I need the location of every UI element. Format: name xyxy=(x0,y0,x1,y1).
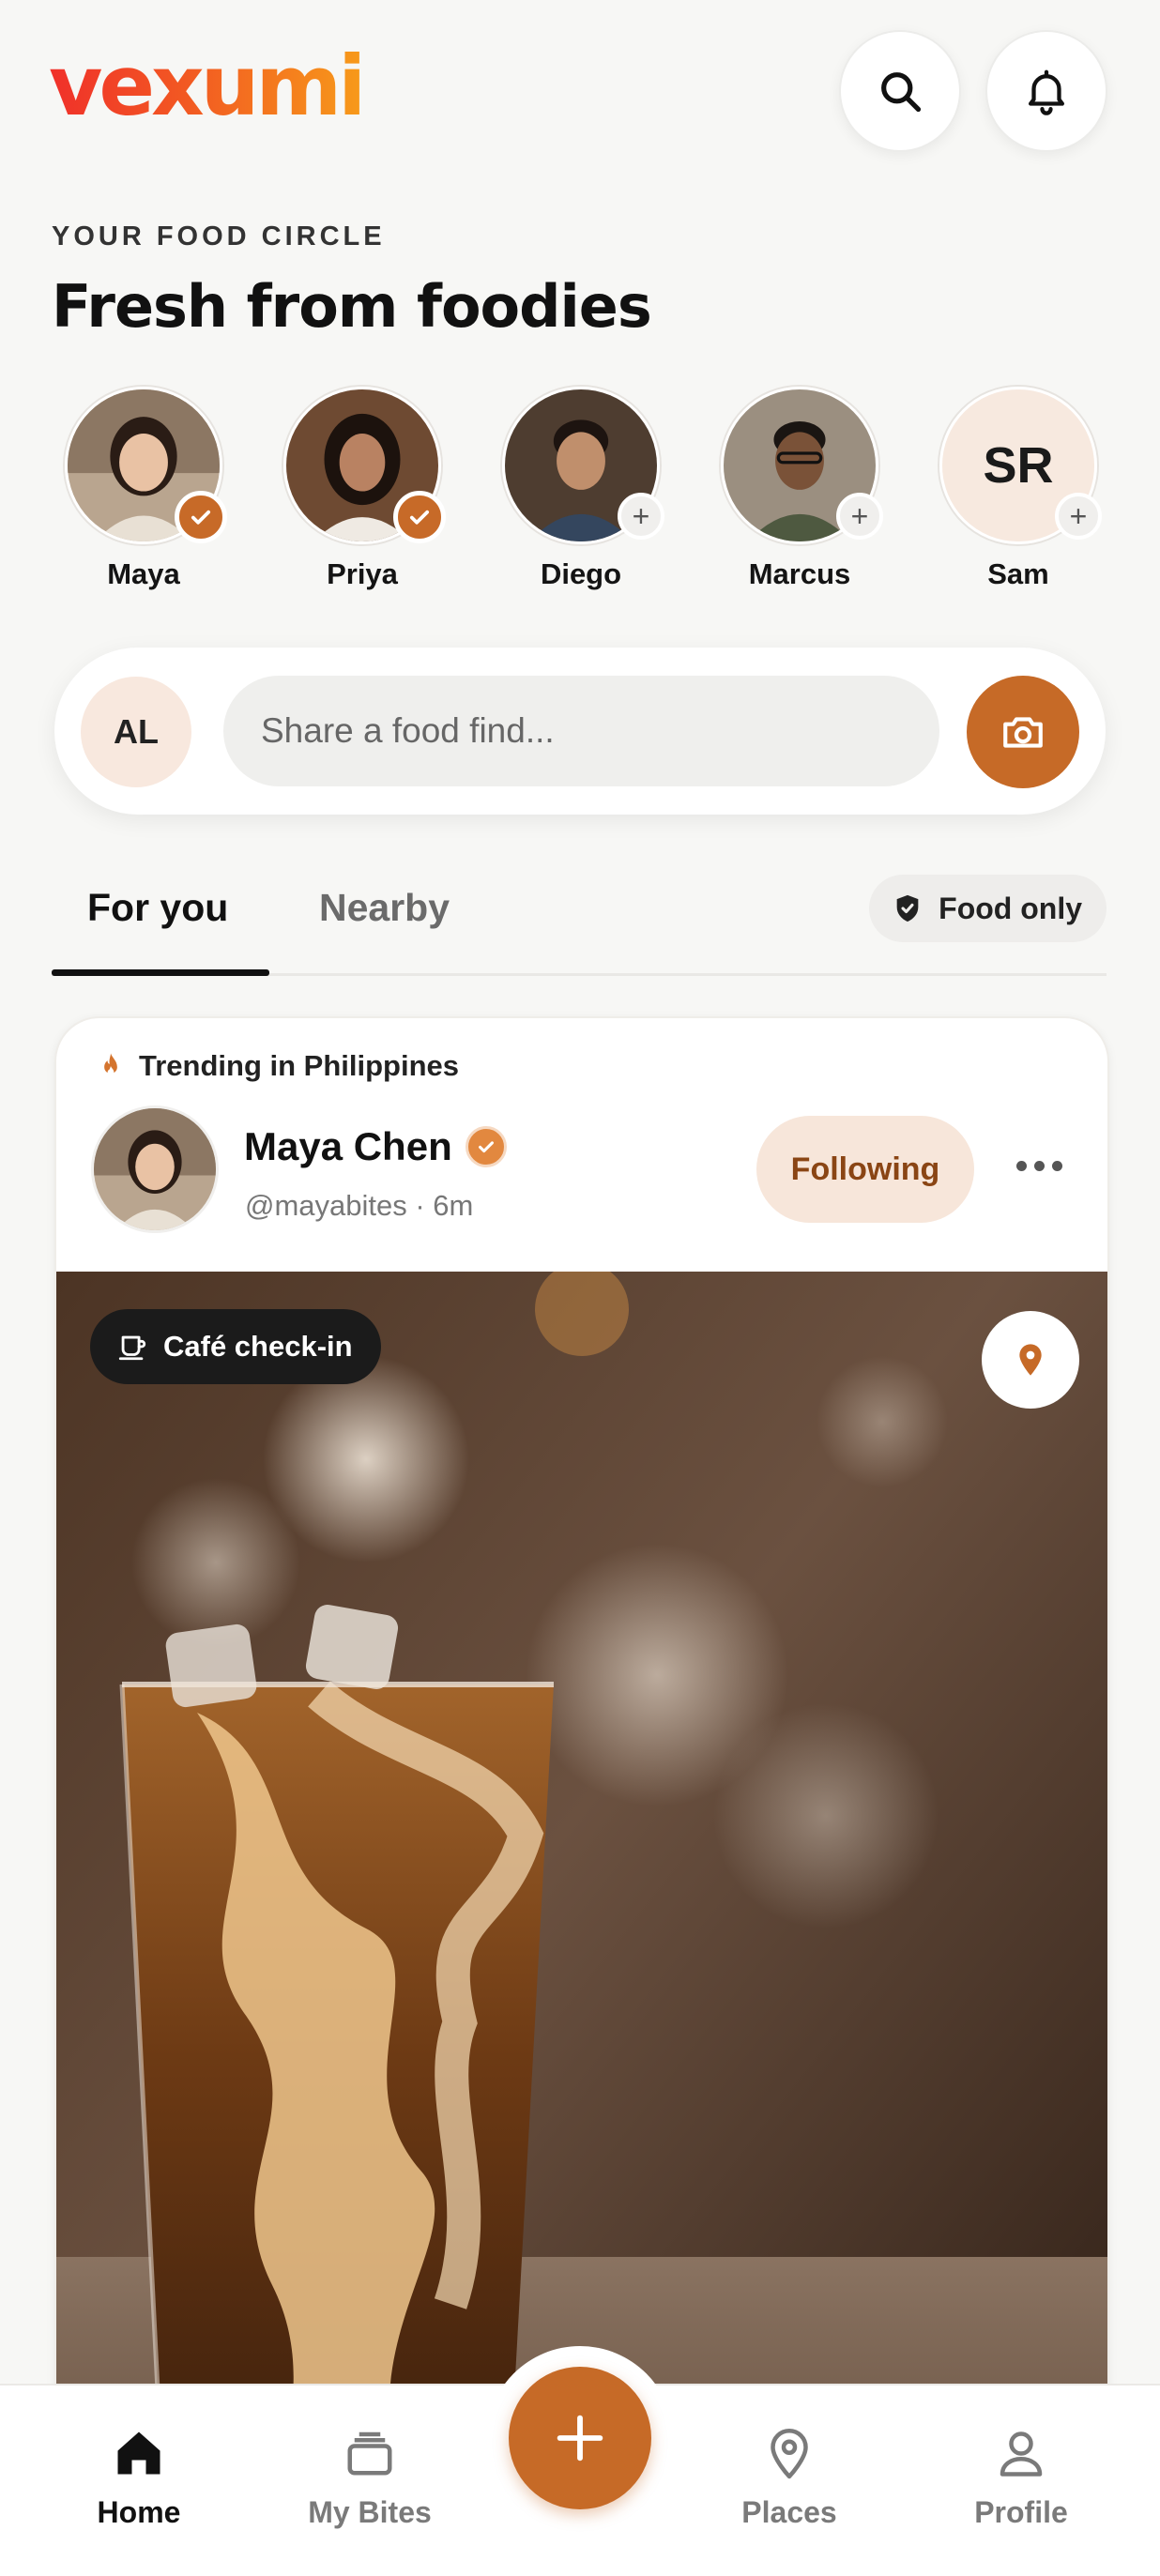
location-pin-icon xyxy=(771,2429,808,2479)
story-name: Diego xyxy=(540,557,622,590)
camera-icon xyxy=(1003,717,1043,748)
author-name-text: Maya Chen xyxy=(244,1124,452,1168)
story-name: Maya xyxy=(107,557,180,590)
bottom-navigation: Home My Bites Places Profile xyxy=(0,2346,1160,2576)
post-composer: AL xyxy=(54,648,1106,815)
location-pin-icon xyxy=(1019,1344,1042,1376)
nav-label: Profile xyxy=(974,2495,1068,2529)
check-icon xyxy=(191,510,211,525)
nav-my-bites[interactable]: My Bites xyxy=(276,2425,464,2530)
tab-for-you[interactable]: For you xyxy=(87,886,228,930)
tab-nearby[interactable]: Nearby xyxy=(319,886,450,930)
plus-icon xyxy=(557,2415,603,2462)
nav-label: Home xyxy=(97,2495,181,2529)
author-name[interactable]: Maya Chen xyxy=(244,1124,507,1169)
following-badge xyxy=(393,491,446,543)
post-card: Trending in Philippines Maya Chen @mayab… xyxy=(54,1016,1109,2576)
camera-button[interactable] xyxy=(967,676,1079,788)
story-priya[interactable]: Priya xyxy=(278,387,447,591)
bell-icon xyxy=(1028,69,1065,115)
food-only-filter[interactable]: Food only xyxy=(869,875,1107,942)
checkin-label: Café check-in xyxy=(163,1330,353,1363)
nav-label: My Bites xyxy=(308,2495,432,2529)
checkin-tag[interactable]: Café check-in xyxy=(90,1309,381,1384)
nav-profile[interactable]: Profile xyxy=(927,2425,1115,2530)
page-title: Fresh from foodies xyxy=(52,272,652,341)
story-maya[interactable]: Maya xyxy=(59,387,228,591)
nav-home[interactable]: Home xyxy=(45,2425,233,2530)
user-avatar[interactable]: AL xyxy=(81,677,191,787)
shield-icon xyxy=(896,894,919,922)
nav-label: Places xyxy=(741,2495,837,2529)
stack-icon xyxy=(347,2431,392,2476)
nav-places[interactable]: Places xyxy=(695,2425,883,2530)
story-marcus[interactable]: + Marcus xyxy=(715,387,884,591)
active-tab-indicator xyxy=(52,969,269,976)
verified-icon xyxy=(465,1126,507,1167)
following-button[interactable]: Following xyxy=(756,1116,974,1223)
app-screen: vexumi YOUR FOOD CIRCLE Fresh from foodi… xyxy=(0,0,1160,2576)
story-diego[interactable]: + Diego xyxy=(496,387,665,591)
check-icon xyxy=(409,510,430,525)
home-icon xyxy=(117,2431,160,2475)
notifications-button[interactable] xyxy=(985,30,1107,152)
app-logo[interactable]: vexumi xyxy=(49,45,366,128)
following-badge xyxy=(175,491,227,543)
author-avatar[interactable] xyxy=(91,1105,219,1233)
coffee-cup-icon xyxy=(118,1335,146,1361)
follow-badge[interactable]: + xyxy=(1055,493,1102,540)
filter-label: Food only xyxy=(939,891,1082,925)
story-name: Marcus xyxy=(748,557,851,590)
story-name: Sam xyxy=(987,557,1049,590)
follow-badge[interactable]: + xyxy=(618,493,664,540)
flame-icon xyxy=(104,1053,117,1076)
plus-icon: + xyxy=(850,499,869,533)
story-name: Priya xyxy=(327,557,398,590)
trending-text: Trending in Philippines xyxy=(139,1049,460,1082)
story-sam[interactable]: SR + Sam xyxy=(934,387,1103,591)
plus-icon: + xyxy=(1069,499,1088,533)
follow-badge[interactable]: + xyxy=(836,493,883,540)
trending-label: Trending in Philippines xyxy=(98,1049,459,1083)
more-icon[interactable] xyxy=(997,1133,1081,1198)
plus-icon: + xyxy=(632,499,650,533)
feed-tabs: For you Nearby Food only xyxy=(52,873,1107,976)
create-post-button[interactable] xyxy=(509,2367,651,2509)
author-handle: @mayabites · 6m xyxy=(245,1189,474,1222)
section-eyebrow: YOUR FOOD CIRCLE xyxy=(52,221,386,252)
share-input[interactable] xyxy=(223,676,939,786)
fab-container xyxy=(486,2346,674,2534)
search-icon xyxy=(881,72,922,113)
profile-icon xyxy=(1000,2431,1043,2477)
search-button[interactable] xyxy=(839,30,961,152)
location-button[interactable] xyxy=(982,1311,1079,1409)
